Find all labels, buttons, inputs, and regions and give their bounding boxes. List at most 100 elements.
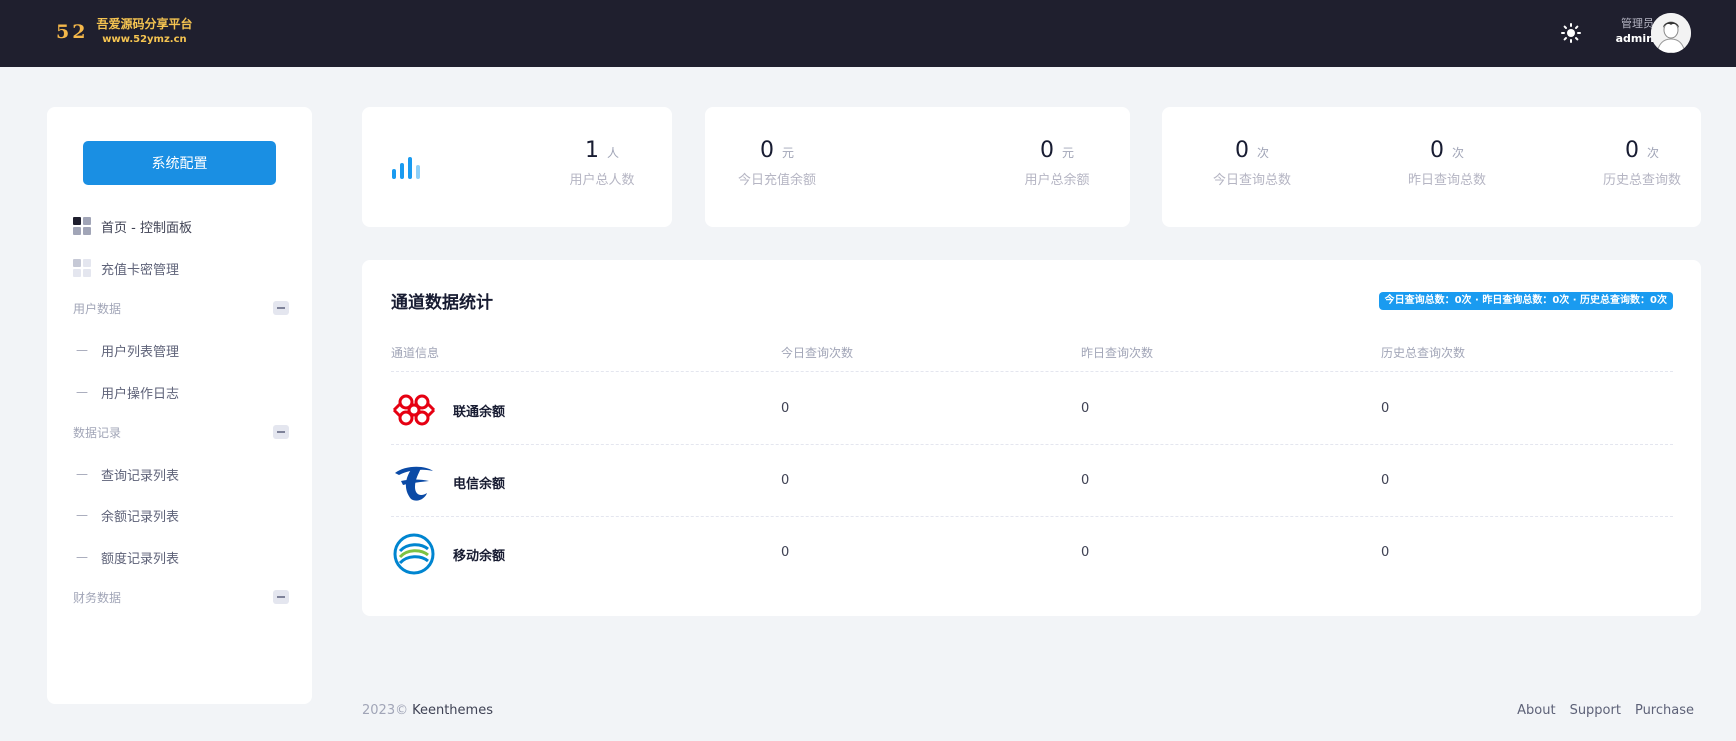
- stat-today-queries: 0次 今日查询总数: [1192, 137, 1312, 188]
- about-link[interactable]: About: [1517, 703, 1555, 718]
- section-title: 财务数据: [73, 590, 122, 605]
- sidebar-item-label: 用户操作日志: [101, 386, 180, 402]
- sidebar-item-dashboard[interactable]: 首页 - 控制面板: [73, 213, 192, 239]
- dash-icon: —: [76, 385, 88, 399]
- section-title: 数据记录: [73, 425, 122, 440]
- collapse-icon[interactable]: [273, 590, 289, 604]
- collapse-icon[interactable]: [273, 425, 289, 439]
- support-link[interactable]: Support: [1570, 703, 1621, 718]
- stat-total-users: 1人 用户总人数: [542, 137, 662, 188]
- dash-icon: —: [76, 467, 88, 481]
- stat-value: 0: [1429, 138, 1444, 163]
- sidebar-item-user-list[interactable]: — 用户列表管理: [73, 337, 179, 363]
- sidebar-item-label: 首页 - 控制面板: [101, 220, 192, 236]
- user-name: admin: [1615, 32, 1654, 45]
- section-user-data[interactable]: 用户数据: [73, 297, 289, 319]
- stat-unit: 次: [1451, 146, 1464, 160]
- summary-badge: 今日查询总数：0次 · 昨日查询总数：0次 · 历史总查询数：0次: [1378, 292, 1673, 310]
- footer-links: About Support Purchase: [1517, 703, 1694, 718]
- dash-icon: —: [76, 550, 88, 564]
- stat-value: 1: [584, 138, 599, 163]
- user-avatar-icon: [1651, 13, 1691, 53]
- sidebar-item-query-records[interactable]: — 查询记录列表: [73, 461, 179, 487]
- column-header[interactable]: 通道信息: [391, 344, 439, 361]
- stat-unit: 次: [1646, 146, 1659, 160]
- dashboard-icon: [73, 217, 91, 235]
- section-data-records[interactable]: 数据记录: [73, 421, 289, 443]
- user-role: 管理员: [1621, 17, 1654, 30]
- table-row[interactable]: 移动余额 0 0 0: [391, 517, 1673, 589]
- stat-card-users: 1人 用户总人数: [362, 107, 672, 227]
- stat-label: 今日充值余额: [737, 173, 816, 188]
- china-mobile-logo: [393, 533, 435, 575]
- company-link[interactable]: Keenthemes: [412, 703, 493, 718]
- dash-icon: —: [76, 508, 88, 522]
- logo-number: 52: [56, 21, 89, 43]
- purchase-link[interactable]: Purchase: [1635, 703, 1694, 718]
- section-title: 用户数据: [73, 301, 122, 316]
- stat-label: 历史总查询数: [1602, 173, 1681, 188]
- logo-title: 吾爱源码分享平台: [96, 17, 193, 31]
- panel-title: 通道数据统计: [391, 293, 493, 313]
- stat-unit: 元: [1061, 146, 1074, 160]
- yesterday-count: 0: [1081, 401, 1090, 416]
- dash-icon: —: [76, 343, 88, 357]
- sidebar: 系统配置 首页 - 控制面板 充值卡密管理 用户数据 — 用户列表管理 — 用户…: [47, 107, 312, 704]
- stat-history-queries: 0次 历史总查询数: [1582, 137, 1702, 188]
- stat-yesterday-queries: 0次 昨日查询总数: [1387, 137, 1507, 188]
- theme-toggle-button[interactable]: [1558, 20, 1584, 46]
- stat-value: 0: [1039, 138, 1054, 163]
- sidebar-item-label: 用户列表管理: [101, 344, 180, 360]
- system-config-button[interactable]: 系统配置: [83, 141, 276, 185]
- total-count: 0: [1381, 401, 1390, 416]
- column-header[interactable]: 昨日查询次数: [1081, 344, 1153, 361]
- channel-name: 移动余额: [453, 549, 506, 564]
- today-count: 0: [781, 545, 790, 560]
- sidebar-item-user-logs[interactable]: — 用户操作日志: [73, 379, 179, 405]
- sidebar-item-recharge-cards[interactable]: 充值卡密管理: [73, 255, 179, 281]
- bar-chart-icon: [392, 157, 420, 179]
- top-header: 52 吾爱源码分享平台 www.52ymz.cn 管理员 admin: [0, 0, 1736, 67]
- sidebar-item-balance-records[interactable]: — 余额记录列表: [73, 502, 179, 528]
- stat-card-queries: 0次 今日查询总数 0次 昨日查询总数 0次 历史总查询数: [1162, 107, 1701, 227]
- stat-label: 用户总余额: [1024, 173, 1090, 188]
- yesterday-count: 0: [1081, 545, 1090, 560]
- channel-stats-panel: 通道数据统计 今日查询总数：0次 · 昨日查询总数：0次 · 历史总查询数：0次…: [362, 260, 1701, 616]
- stat-value: 0: [1624, 138, 1639, 163]
- collapse-icon[interactable]: [273, 301, 289, 315]
- footer-copyright: 2023© Keenthemes: [362, 703, 493, 718]
- channel-name: 联通余额: [453, 405, 506, 420]
- stat-card-balance: 0元 今日充值余额 0元 用户总余额: [705, 107, 1130, 227]
- sidebar-item-label: 额度记录列表: [101, 551, 180, 567]
- today-count: 0: [781, 401, 790, 416]
- total-count: 0: [1381, 473, 1390, 488]
- stat-unit: 元: [781, 146, 794, 160]
- section-finance-data[interactable]: 财务数据: [73, 586, 289, 608]
- table-header: 通道信息 今日查询次数 昨日查询次数 历史总查询次数: [391, 344, 1673, 372]
- sidebar-item-label: 余额记录列表: [101, 509, 180, 525]
- stat-unit: 人: [606, 146, 619, 160]
- sidebar-item-label: 充值卡密管理: [101, 262, 180, 278]
- stat-label: 用户总人数: [569, 173, 635, 188]
- site-logo[interactable]: 52 吾爱源码分享平台 www.52ymz.cn: [56, 16, 192, 48]
- sidebar-item-quota-records[interactable]: — 额度记录列表: [73, 544, 179, 570]
- table-row[interactable]: 电信余额 0 0 0: [391, 445, 1673, 517]
- logo-url: www.52ymz.cn: [102, 34, 187, 45]
- column-header[interactable]: 今日查询次数: [781, 344, 853, 361]
- sidebar-item-label: 查询记录列表: [101, 468, 180, 484]
- stat-today-recharge: 0元 今日充值余额: [717, 137, 837, 188]
- avatar[interactable]: [1651, 13, 1691, 53]
- stat-label: 今日查询总数: [1212, 173, 1291, 188]
- stat-value: 0: [1234, 138, 1249, 163]
- copyright-year: 2023©: [362, 703, 409, 718]
- user-info[interactable]: 管理员 admin: [1590, 16, 1654, 46]
- stat-value: 0: [759, 138, 774, 163]
- china-telecom-logo: [395, 466, 433, 501]
- stat-label: 昨日查询总数: [1407, 173, 1486, 188]
- column-header[interactable]: 历史总查询次数: [1381, 344, 1465, 361]
- stat-user-total-balance: 0元 用户总余额: [997, 137, 1117, 188]
- table-row[interactable]: 联通余额 0 0 0: [391, 373, 1673, 445]
- dashboard-icon: [73, 259, 91, 277]
- total-count: 0: [1381, 545, 1390, 560]
- today-count: 0: [781, 473, 790, 488]
